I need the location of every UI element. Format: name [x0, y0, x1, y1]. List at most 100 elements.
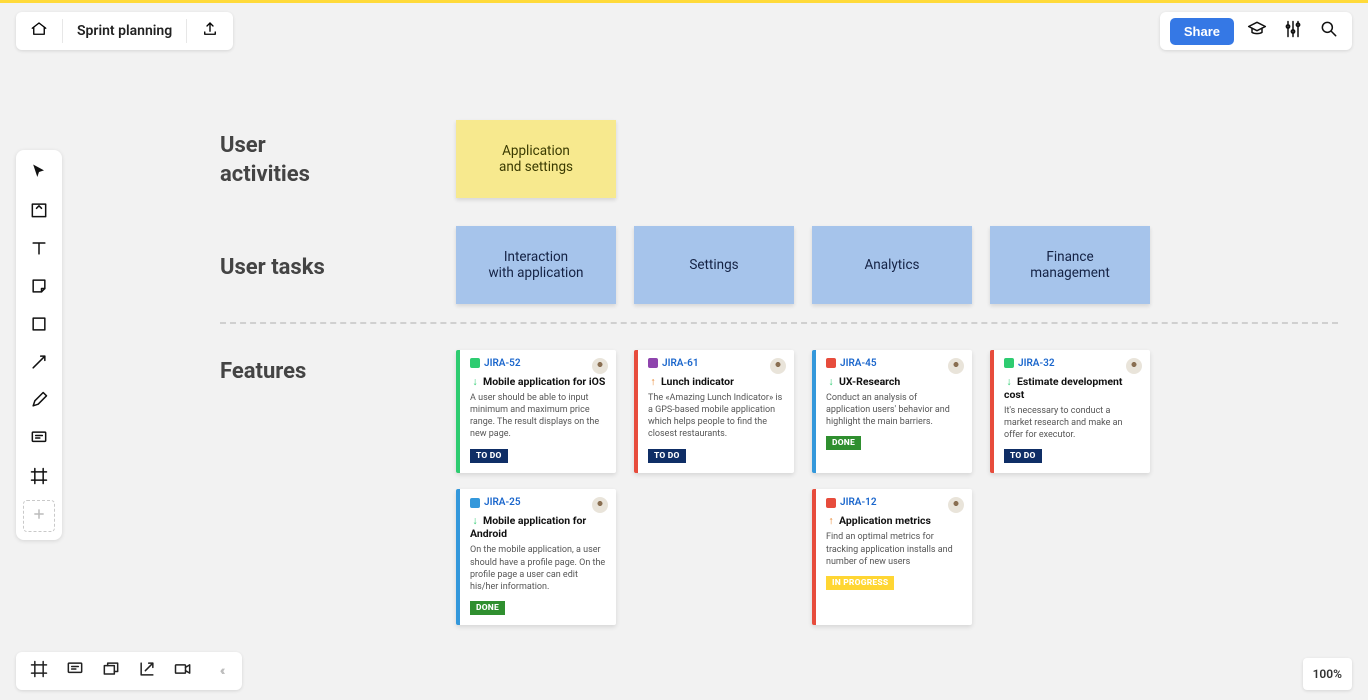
priority-icon: ↓ [1004, 375, 1014, 388]
tool-comment[interactable] [23, 424, 55, 456]
row-label-activities: User activities [220, 132, 310, 189]
assignee-avatar[interactable] [1126, 358, 1142, 374]
row-divider [220, 322, 1338, 324]
priority-icon: ↑ [826, 514, 836, 527]
board-title-button[interactable]: Sprint planning [63, 12, 186, 50]
priority-icon: ↓ [826, 375, 836, 388]
issue-key-link[interactable]: JIRA-12 [840, 497, 877, 508]
issue-type-icon [470, 358, 480, 368]
comment-icon [65, 659, 85, 683]
card-description: On the mobile application, a user should… [470, 544, 606, 593]
tool-pen[interactable] [23, 386, 55, 418]
activity-sticky[interactable]: Application and settings [456, 120, 616, 198]
status-badge: DONE [470, 601, 505, 615]
card-description: The «Amazing Lunch Indicator» is a GPS-b… [648, 392, 784, 441]
assignee-avatar[interactable] [948, 497, 964, 513]
history-button[interactable] [100, 660, 122, 682]
assignee-avatar[interactable] [948, 358, 964, 374]
square-icon [29, 314, 49, 338]
template-icon [29, 200, 49, 224]
feature-card[interactable]: JIRA-32↓Estimate development costIt's ne… [990, 350, 1150, 473]
home-button[interactable] [16, 12, 62, 50]
search-button[interactable] [1316, 18, 1342, 44]
bottom-toolbar: ‹‹ [16, 652, 242, 690]
feature-card[interactable]: JIRA-12↑Application metricsFind an optim… [812, 489, 972, 625]
status-badge: TO DO [648, 449, 686, 463]
card-description: A user should be able to input minimum a… [470, 392, 606, 441]
row-label-tasks: User tasks [220, 254, 325, 283]
tool-template[interactable] [23, 196, 55, 228]
collapse-bottombar[interactable]: ‹‹ [208, 660, 230, 682]
chevrons-left-icon: ‹‹ [220, 663, 223, 679]
feature-card[interactable]: JIRA-61 ↑Lunch indicator The «Amazing Lunc… [634, 350, 794, 473]
card-description: Conduct an analysis of application users… [826, 392, 962, 428]
card-title: Estimate development cost [1004, 375, 1122, 401]
frame-icon [29, 466, 49, 490]
left-toolbox [16, 150, 62, 540]
sticky-note-icon [29, 276, 49, 300]
assignee-avatar[interactable] [770, 358, 786, 374]
sliders-icon [1283, 19, 1303, 43]
arrow-icon [29, 352, 49, 376]
status-badge: TO DO [470, 449, 508, 463]
text-icon [29, 238, 49, 262]
issue-type-icon [648, 358, 658, 368]
comment-icon [29, 428, 49, 452]
assignee-avatar[interactable] [592, 358, 608, 374]
export-button[interactable] [187, 12, 233, 50]
status-badge: DONE [826, 436, 861, 450]
frames-panel-button[interactable] [28, 660, 50, 682]
card-title: Mobile application for iOS [483, 375, 605, 388]
tool-select[interactable] [23, 158, 55, 190]
task-sticky[interactable]: Settings [634, 226, 794, 304]
card-title: Lunch indicator [661, 375, 734, 388]
issue-key-link[interactable]: JIRA-32 [1018, 358, 1055, 369]
tool-sticky[interactable] [23, 272, 55, 304]
task-sticky[interactable]: Interaction with application [456, 226, 616, 304]
issue-key-link[interactable]: JIRA-45 [840, 358, 877, 369]
video-button[interactable] [172, 660, 194, 682]
zoom-indicator[interactable]: 100% [1303, 658, 1352, 690]
task-sticky[interactable]: Finance management [990, 226, 1150, 304]
feature-card[interactable]: JIRA-45 ↓UX-Research Conduct an analysis o… [812, 350, 972, 473]
present-button[interactable] [136, 660, 158, 682]
topbar-right: Share [1160, 12, 1352, 50]
feature-card[interactable]: JIRA-52 ↓Mobile application for iOS A user… [456, 350, 616, 473]
pencil-icon [29, 390, 49, 414]
priority-icon: ↓ [470, 514, 480, 527]
status-badge: IN PROGRESS [826, 576, 894, 590]
tool-frame[interactable] [23, 462, 55, 494]
priority-icon: ↑ [648, 375, 658, 388]
cursor-icon [29, 162, 49, 186]
comments-panel-button[interactable] [64, 660, 86, 682]
card-title: UX-Research [839, 375, 900, 388]
zoom-value: 100% [1313, 667, 1342, 681]
frame-icon [29, 659, 49, 683]
issue-key-link[interactable]: JIRA-25 [484, 497, 521, 508]
stack-icon [101, 659, 121, 683]
tool-line[interactable] [23, 348, 55, 380]
issue-key-link[interactable]: JIRA-61 [662, 358, 699, 369]
priority-icon: ↓ [470, 375, 480, 388]
tool-add[interactable] [23, 500, 55, 532]
issue-key-link[interactable]: JIRA-52 [484, 358, 521, 369]
home-icon [30, 20, 48, 42]
task-sticky[interactable]: Analytics [812, 226, 972, 304]
feature-cards-grid: JIRA-52↓Mobile application for iOSA user… [456, 350, 1150, 625]
feature-card[interactable]: JIRA-25 ↓Mobile application for Android On… [456, 489, 616, 625]
learn-button[interactable] [1244, 18, 1270, 44]
settings-button[interactable] [1280, 18, 1306, 44]
external-icon [137, 659, 157, 683]
assignee-avatar[interactable] [592, 497, 608, 513]
share-button[interactable]: Share [1170, 18, 1234, 45]
board-title: Sprint planning [77, 23, 172, 39]
card-title: Mobile application for Android [470, 514, 586, 540]
video-icon [173, 659, 193, 683]
plus-icon [29, 504, 49, 528]
tool-text[interactable] [23, 234, 55, 266]
issue-type-icon [470, 498, 480, 508]
upload-icon [201, 20, 219, 42]
card-description: Find an optimal metrics for tracking app… [826, 531, 962, 567]
tool-shape[interactable] [23, 310, 55, 342]
status-badge: TO DO [1004, 449, 1042, 463]
